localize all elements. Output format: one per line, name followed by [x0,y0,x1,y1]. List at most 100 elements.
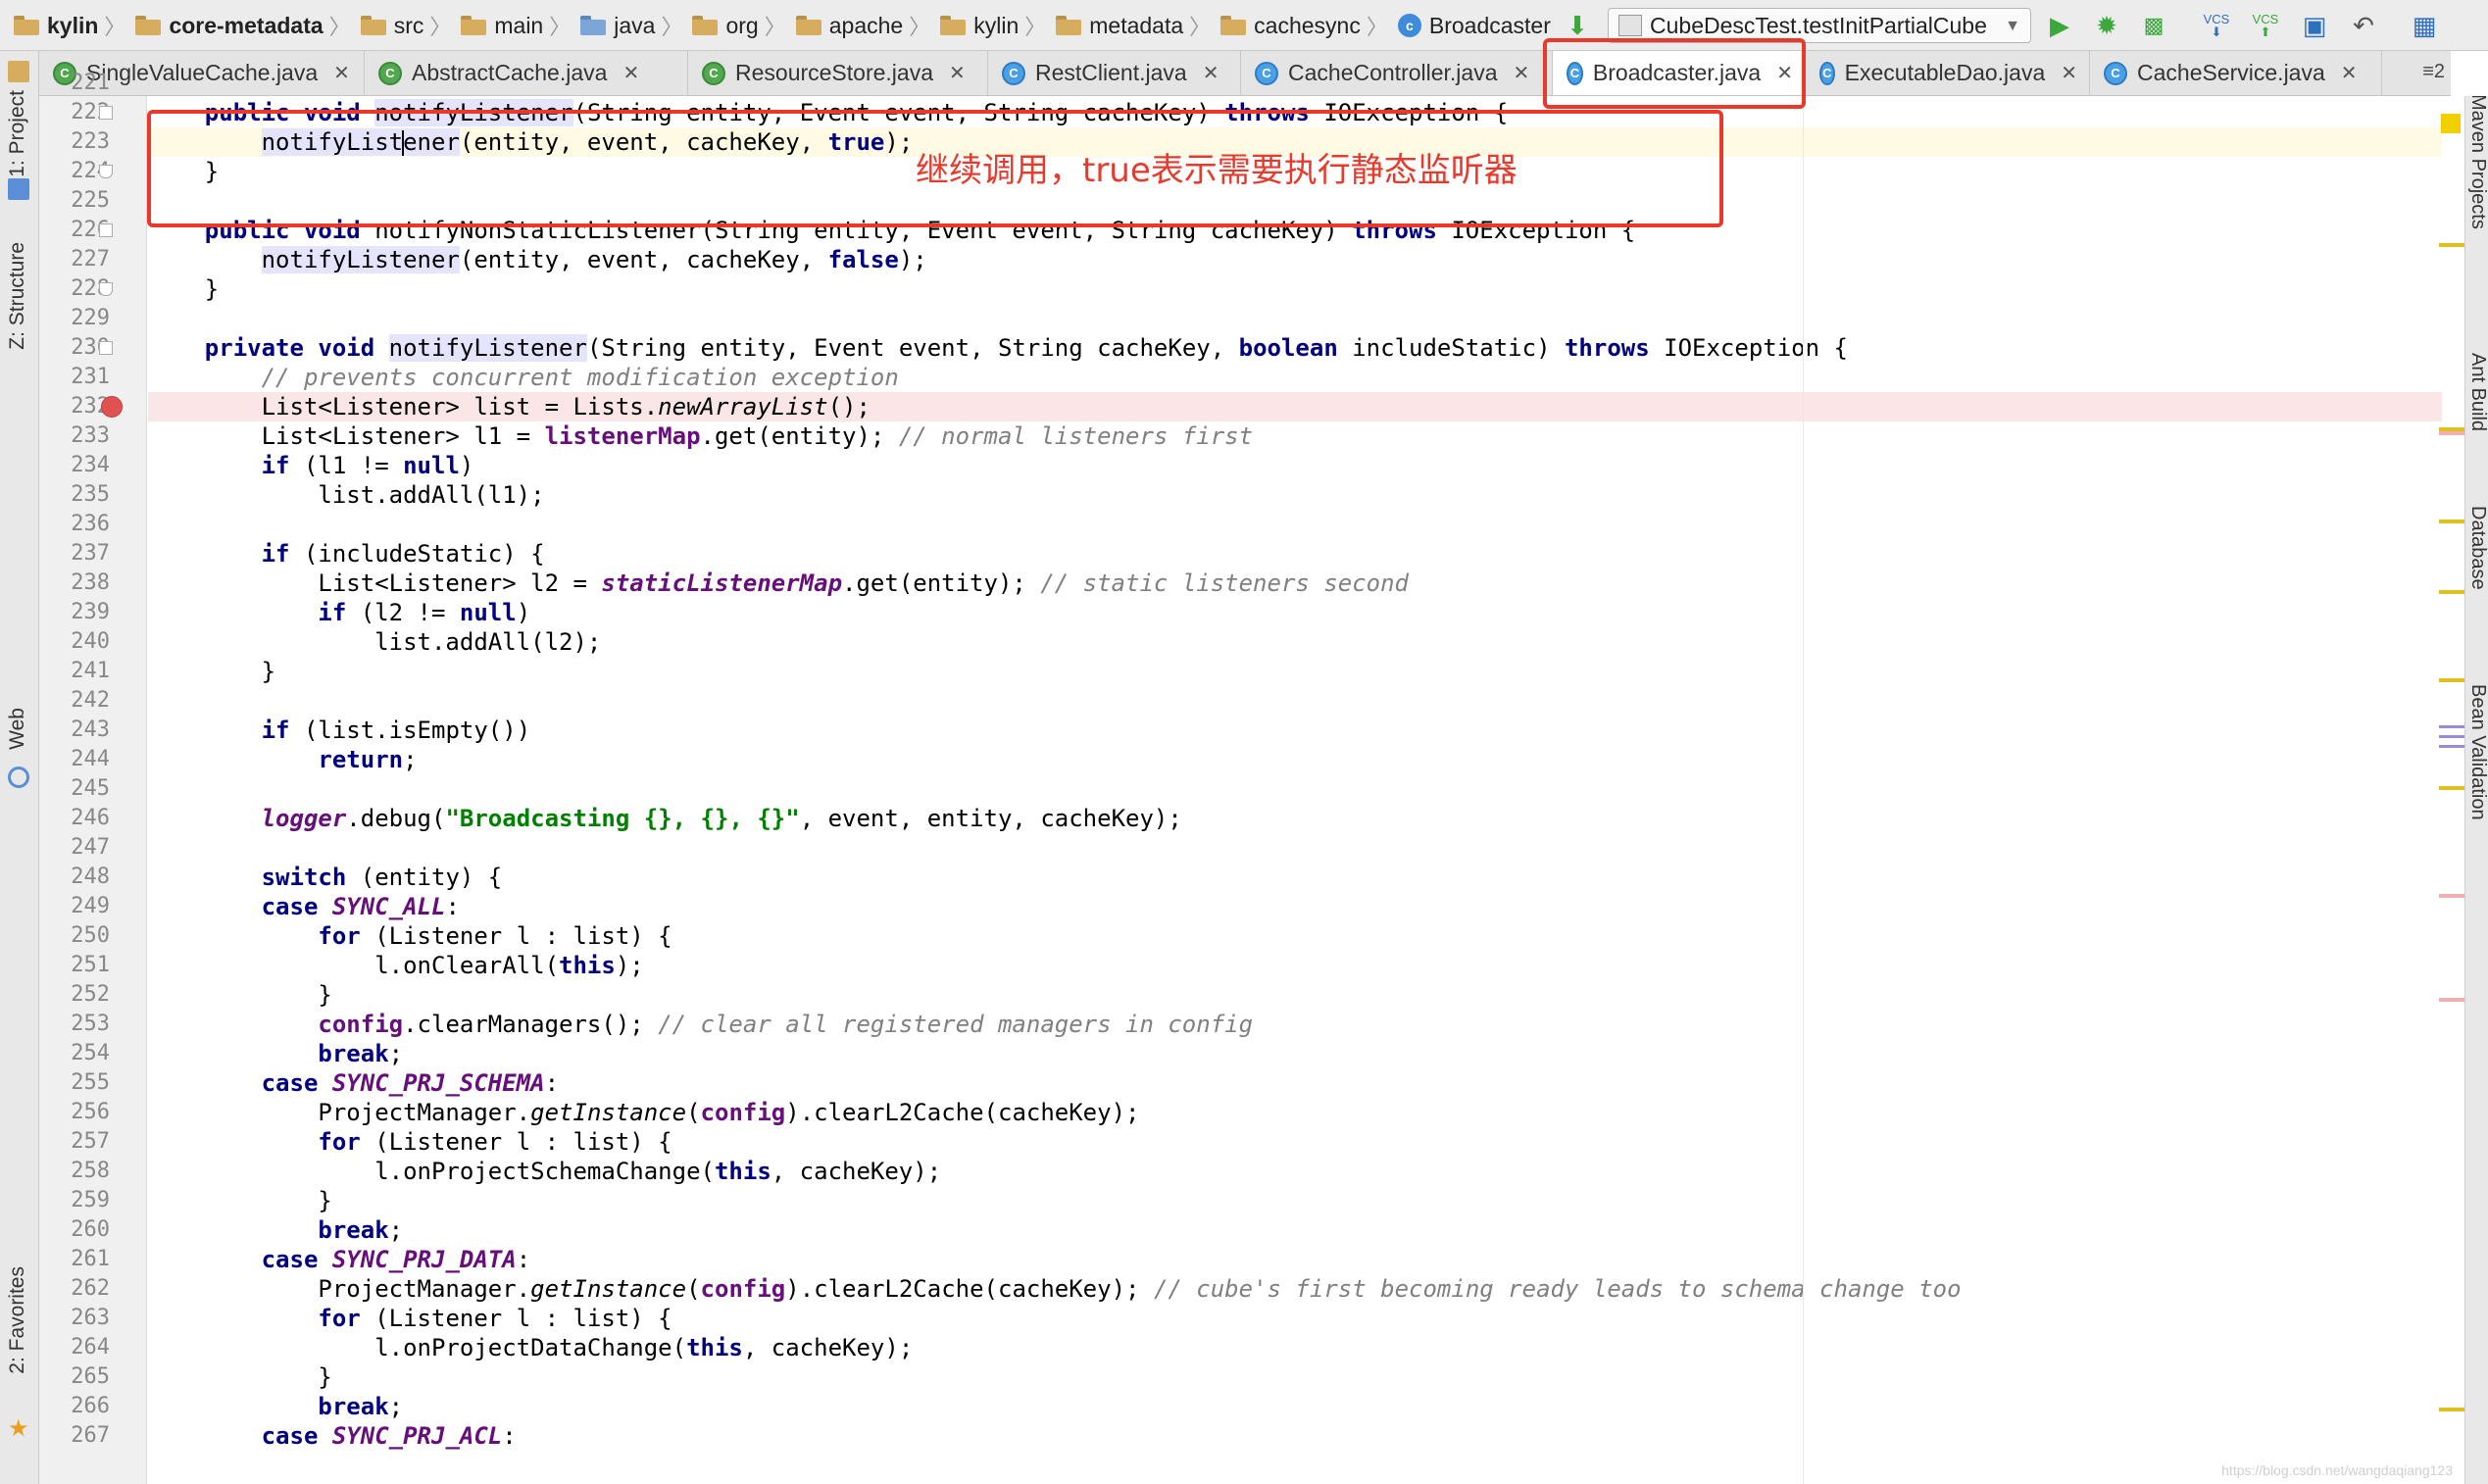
maven-projects-tool-button[interactable]: Maven Projects [2465,96,2488,229]
breadcrumb-item[interactable]: apache 〉 [795,10,940,41]
code-line[interactable]: List<Listener> l2 = staticListenerMap.ge… [148,569,2442,598]
code-line[interactable]: } [148,980,2442,1010]
analysis-status-icon[interactable] [2441,114,2461,133]
code-line[interactable]: } [148,1362,2442,1392]
code-editor[interactable]: public void notifyListener(String entity… [148,96,2442,1484]
code-line[interactable]: } [148,274,2442,304]
code-line[interactable]: logger.debug("Broadcasting {}, {}, {}", … [148,804,2442,833]
breakpoint-mark[interactable] [2439,431,2464,435]
warning-mark[interactable] [2439,590,2464,594]
code-line[interactable]: } [148,1186,2442,1215]
code-line[interactable]: case SYNC_PRJ_SCHEMA: [148,1068,2442,1098]
tab-cacheservice[interactable]: C CacheService.java ✕ [2090,51,2382,95]
breadcrumb-item[interactable]: cachesync 〉 [1220,10,1398,41]
code-line[interactable]: notifyListener(entity, event, cacheKey, … [148,245,2442,274]
code-line[interactable]: case SYNC_PRJ_ACL: [148,1421,2442,1451]
warning-mark[interactable] [2439,786,2464,790]
usage-mark[interactable] [2439,725,2464,728]
code-line[interactable]: if (list.isEmpty()) [148,716,2442,745]
breadcrumb-item[interactable]: kylin 〉 [940,10,1056,41]
close-icon[interactable]: ✕ [2061,61,2077,85]
project-tool-button[interactable]: 1: Project [6,90,33,177]
code-line[interactable]: list.addAll(l1); [148,480,2442,510]
fold-marker[interactable] [99,341,113,356]
vcs-update-icon[interactable]: VCS ⬇ [2200,10,2233,41]
close-icon[interactable]: ✕ [1203,61,1219,85]
code-line[interactable]: case SYNC_ALL: [148,892,2442,921]
code-line[interactable] [148,304,2442,333]
code-line[interactable] [148,774,2442,804]
breadcrumb-item[interactable]: src 〉 [360,10,462,41]
project-structure-icon[interactable]: ▦ [2408,10,2441,41]
code-line[interactable]: if (l1 != null) [148,451,2442,480]
code-line[interactable]: } [148,657,2442,686]
code-line[interactable]: break; [148,1392,2442,1421]
coverage-icon[interactable]: ▩ [2137,10,2170,41]
breadcrumb-item[interactable]: main 〉 [461,10,580,41]
web-tool-button[interactable]: Web [6,708,33,750]
code-line[interactable]: list.addAll(l2); [148,627,2442,657]
tab-abstractcache[interactable]: C AbstractCache.java ✕ [365,51,688,95]
code-line[interactable]: if (l2 != null) [148,598,2442,627]
breadcrumb-item[interactable]: core-metadata 〉 [135,10,360,41]
code-line[interactable]: l.onProjectDataChange(this, cacheKey); [148,1333,2442,1362]
fold-marker[interactable] [99,223,113,237]
code-line[interactable]: for (Listener l : list) { [148,1127,2442,1157]
breadcrumb-item[interactable]: org 〉 [692,10,795,41]
history-icon[interactable]: ▣ [2298,10,2331,41]
close-icon[interactable]: ✕ [2341,61,2358,85]
ant-build-tool-button[interactable]: Ant Build [2465,353,2488,431]
editor-gutter[interactable]: 221 222 223 224 225 226 227 228 229 230 231 232 233 2… [39,71,147,1484]
breadcrumb-item[interactable]: java 〉 [580,10,692,41]
vcs-commit-icon[interactable]: VCS ⬆ [2249,10,2282,41]
code-line[interactable]: List<Listener> list = Lists.newArrayList… [148,392,2442,422]
code-line[interactable]: for (Listener l : list) { [148,1304,2442,1333]
code-line[interactable] [148,833,2442,863]
code-line[interactable]: List<Listener> l1 = listenerMap.get(enti… [148,421,2442,451]
code-line[interactable]: // prevents concurrent modification exce… [148,363,2442,392]
code-line[interactable]: for (Listener l : list) { [148,921,2442,951]
usage-mark[interactable] [2439,735,2464,738]
code-line[interactable]: config.clearManagers(); // clear all reg… [148,1010,2442,1039]
code-line[interactable]: break; [148,1039,2442,1068]
structure-tool-button[interactable]: Z: Structure [6,242,33,350]
breadcrumb-item[interactable]: metadata 〉 [1056,10,1220,41]
error-mark[interactable] [2439,998,2464,1002]
tabs-overflow-button[interactable]: ≡2 [2422,61,2445,83]
warning-mark[interactable] [2439,1408,2464,1411]
close-icon[interactable]: ✕ [622,61,639,85]
debug-icon[interactable]: ✹ [2090,10,2123,41]
code-line[interactable]: case SYNC_PRJ_DATA: [148,1245,2442,1274]
make-project-icon[interactable]: ⬇ [1561,10,1594,41]
breadcrumb-item[interactable]: c Broadcaster [1397,13,1551,39]
warning-mark[interactable] [2439,519,2464,523]
tab-resourcestore[interactable]: C ResourceStore.java ✕ [688,51,988,95]
close-icon[interactable]: ✕ [1514,61,1530,85]
favorites-tool-button[interactable]: 2: Favorites [6,1266,33,1374]
code-line[interactable]: ProjectManager.getInstance(config).clear… [148,1274,2442,1304]
bean-validation-tool-button[interactable]: Bean Validation [2465,684,2488,820]
code-line[interactable]: ProjectManager.getInstance(config).clear… [148,1098,2442,1127]
code-line[interactable]: return; [148,745,2442,774]
fold-marker[interactable] [99,106,113,120]
code-line[interactable]: private void notifyListener(String entit… [148,333,2442,363]
code-line[interactable]: l.onProjectSchemaChange(this, cacheKey); [148,1157,2442,1186]
breakpoint-icon[interactable] [101,396,123,419]
tab-executabledao[interactable]: C ExecutableDao.java ✕ [1806,51,2090,95]
tab-cachecontroller[interactable]: C CacheController.java ✕ [1241,51,1553,95]
close-icon[interactable]: ✕ [333,61,350,85]
code-line[interactable] [148,510,2442,539]
database-tool-button[interactable]: Database [2465,506,2488,590]
code-line[interactable]: switch (entity) { [148,863,2442,892]
breadcrumb-item[interactable]: kylin 〉 [14,10,135,41]
usage-mark[interactable] [2439,745,2464,748]
error-mark[interactable] [2439,894,2464,898]
close-icon[interactable]: ✕ [949,61,966,85]
code-line[interactable]: break; [148,1215,2442,1245]
tab-restclient[interactable]: C RestClient.java ✕ [988,51,1241,95]
run-icon[interactable]: ▶ [2043,10,2076,41]
fold-end-marker[interactable] [99,165,113,178]
code-line[interactable]: if (includeStatic) { [148,539,2442,569]
fold-end-marker[interactable] [99,282,113,297]
code-line[interactable] [148,686,2442,716]
